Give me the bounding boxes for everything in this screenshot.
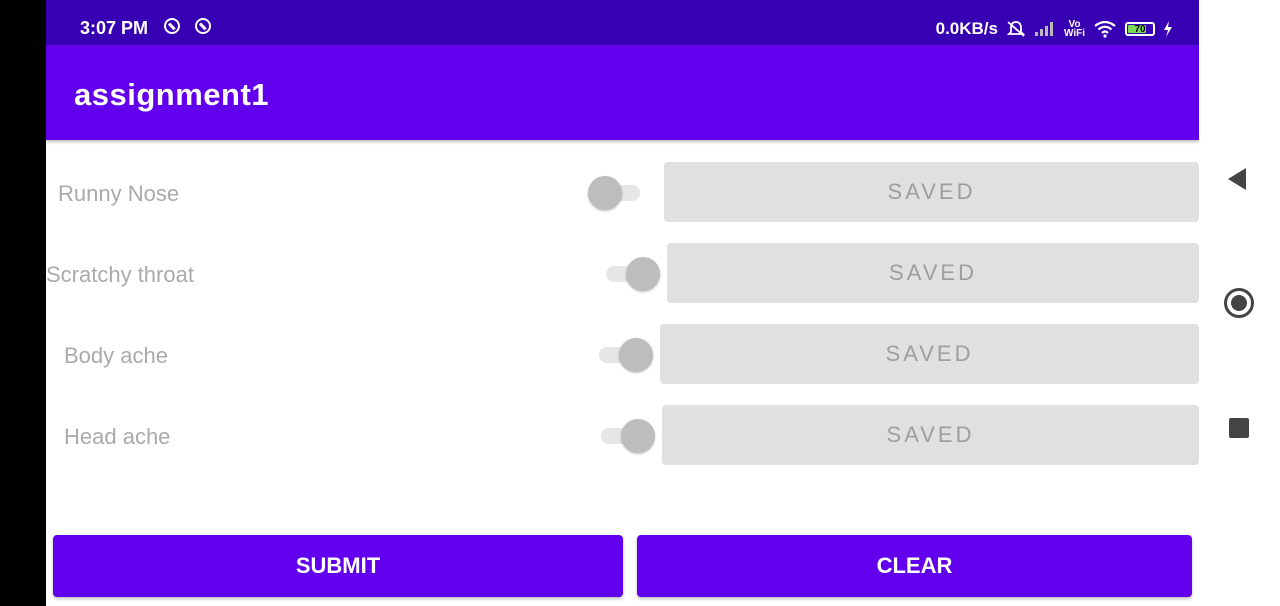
- toggle-body-ache[interactable]: [599, 334, 659, 374]
- symptom-label-body-ache: Body ache: [64, 343, 168, 368]
- navigation-bar: [1199, 0, 1280, 606]
- submit-button[interactable]: SUBMIT: [53, 535, 623, 597]
- saved-button-runny-nose[interactable]: SAVED: [664, 162, 1199, 222]
- notification-icon: [195, 18, 211, 34]
- status-right: 0.0KB/s Vo WiFi 70: [936, 18, 1173, 40]
- toggle-scratchy-throat[interactable]: [606, 253, 666, 293]
- back-icon[interactable]: [1228, 168, 1246, 190]
- phone-screen: 3:07 PM 0.0KB/s Vo WiFi 70 assignment1 R…: [46, 0, 1199, 606]
- saved-button-scratchy-throat[interactable]: SAVED: [667, 243, 1199, 303]
- saved-button-head-ache[interactable]: SAVED: [662, 405, 1199, 465]
- symptom-label-runny-nose: Runny Nose: [58, 181, 180, 206]
- toggle-runny-nose[interactable]: [588, 172, 652, 212]
- status-bar: 3:07 PM 0.0KB/s Vo WiFi 70: [46, 0, 1199, 45]
- switch-thumb: [621, 419, 655, 453]
- switch-thumb: [626, 257, 660, 291]
- symptom-label-head-ache: Head ache: [64, 424, 171, 449]
- notification-icon: [164, 18, 180, 34]
- app-title: assignment1: [74, 77, 270, 112]
- home-icon[interactable]: [1224, 288, 1254, 318]
- toggle-head-ache[interactable]: [601, 415, 661, 455]
- vowifi-indicator: Vo WiFi: [1063, 20, 1085, 39]
- left-bezel: [0, 0, 46, 606]
- network-speed: 0.0KB/s: [935, 19, 998, 38]
- wifi-icon: [1094, 20, 1116, 38]
- status-time: 3:07 PM: [80, 18, 149, 38]
- charging-icon: [1164, 21, 1172, 37]
- recents-icon[interactable]: [1229, 418, 1249, 438]
- saved-button-body-ache[interactable]: SAVED: [660, 324, 1199, 384]
- switch-thumb: [619, 338, 653, 372]
- vowifi-bottom: WiFi: [1063, 28, 1085, 39]
- signal-icon: [1034, 22, 1053, 36]
- switch-thumb: [588, 176, 622, 210]
- symptom-label-scratchy-throat: Scratchy throat: [46, 262, 194, 287]
- mute-icon: [1006, 21, 1026, 37]
- app-bar: assignment1: [46, 45, 1199, 140]
- battery-icon: 70: [1125, 22, 1155, 36]
- battery-level: 70: [1134, 23, 1146, 35]
- clear-button[interactable]: CLEAR: [637, 535, 1192, 597]
